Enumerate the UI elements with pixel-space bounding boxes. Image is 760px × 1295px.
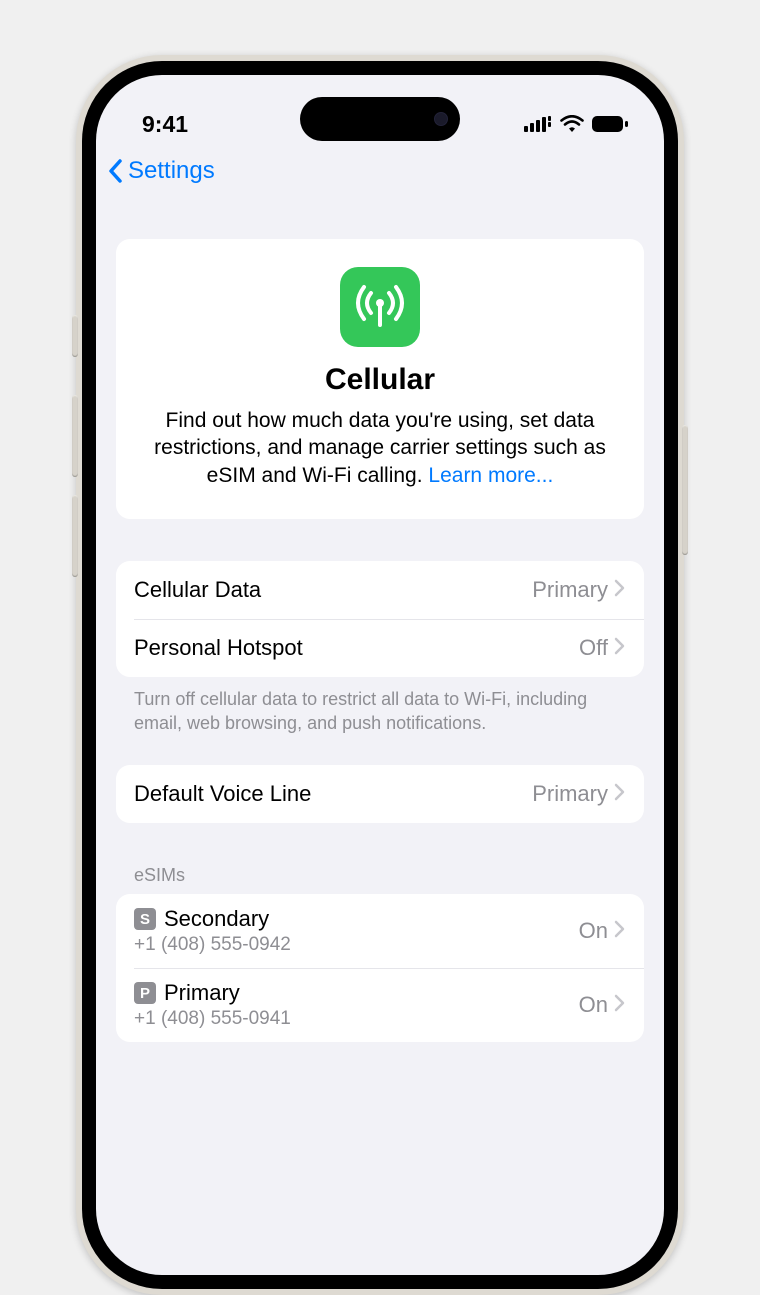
sim-number: +1 (408) 555-0941 [134, 1008, 579, 1030]
sim-name: Primary [164, 980, 240, 1006]
hero-card: Cellular Find out how much data you're u… [116, 239, 644, 519]
row-label: Cellular Data [134, 577, 532, 603]
voice-line-group: Default Voice Line Primary [116, 765, 644, 823]
row-value: Primary [532, 781, 608, 807]
sim-badge-icon: S [134, 908, 156, 930]
wifi-icon [560, 115, 584, 133]
hero-description: Find out how much data you're using, set… [138, 407, 622, 489]
silence-switch [72, 315, 78, 357]
screen: 9:41 [96, 75, 664, 1275]
row-value: On [579, 918, 608, 944]
default-voice-line-row[interactable]: Default Voice Line Primary [116, 765, 644, 823]
esim-primary-row[interactable]: P Primary +1 (408) 555-0941 On [116, 968, 644, 1042]
content: Cellular Find out how much data you're u… [96, 239, 664, 1042]
back-label: Settings [128, 157, 215, 185]
antenna-icon [352, 279, 408, 335]
status-time: 9:41 [142, 111, 188, 138]
esim-secondary-row[interactable]: S Secondary +1 (408) 555-0942 On [116, 894, 644, 968]
hero-title: Cellular [138, 363, 622, 397]
volume-up-button [72, 395, 78, 477]
sim-name: Secondary [164, 906, 269, 932]
chevron-right-icon [614, 918, 626, 944]
cellular-app-icon [340, 267, 420, 347]
esim-group: S Secondary +1 (408) 555-0942 On [116, 894, 644, 1042]
sim-number: +1 (408) 555-0942 [134, 934, 579, 956]
personal-hotspot-row[interactable]: Personal Hotspot Off [116, 619, 644, 677]
status-icons [524, 115, 628, 133]
row-label: Personal Hotspot [134, 635, 579, 661]
chevron-right-icon [614, 635, 626, 661]
back-button[interactable]: Settings [106, 157, 215, 185]
battery-icon [592, 116, 628, 132]
phone-frame: 9:41 [76, 55, 684, 1295]
row-value: Primary [532, 577, 608, 603]
cellular-data-group: Cellular Data Primary Personal Hotspot O… [116, 561, 644, 677]
row-label: Default Voice Line [134, 781, 532, 807]
chevron-right-icon [614, 781, 626, 807]
esim-section-header: eSIMs [116, 823, 644, 894]
volume-down-button [72, 495, 78, 577]
cellular-signal-icon [524, 116, 552, 132]
chevron-right-icon [614, 577, 626, 603]
cellular-data-row[interactable]: Cellular Data Primary [116, 561, 644, 619]
nav-bar: Settings [96, 147, 664, 195]
row-value: On [579, 992, 608, 1018]
dynamic-island [300, 97, 460, 141]
sim-badge-icon: P [134, 982, 156, 1004]
learn-more-link[interactable]: Learn more... [428, 464, 553, 487]
phone-bezel: 9:41 [82, 61, 678, 1289]
power-button [682, 425, 688, 555]
row-value: Off [579, 635, 608, 661]
chevron-left-icon [106, 157, 126, 185]
chevron-right-icon [614, 992, 626, 1018]
group-footer-note: Turn off cellular data to restrict all d… [116, 677, 644, 736]
